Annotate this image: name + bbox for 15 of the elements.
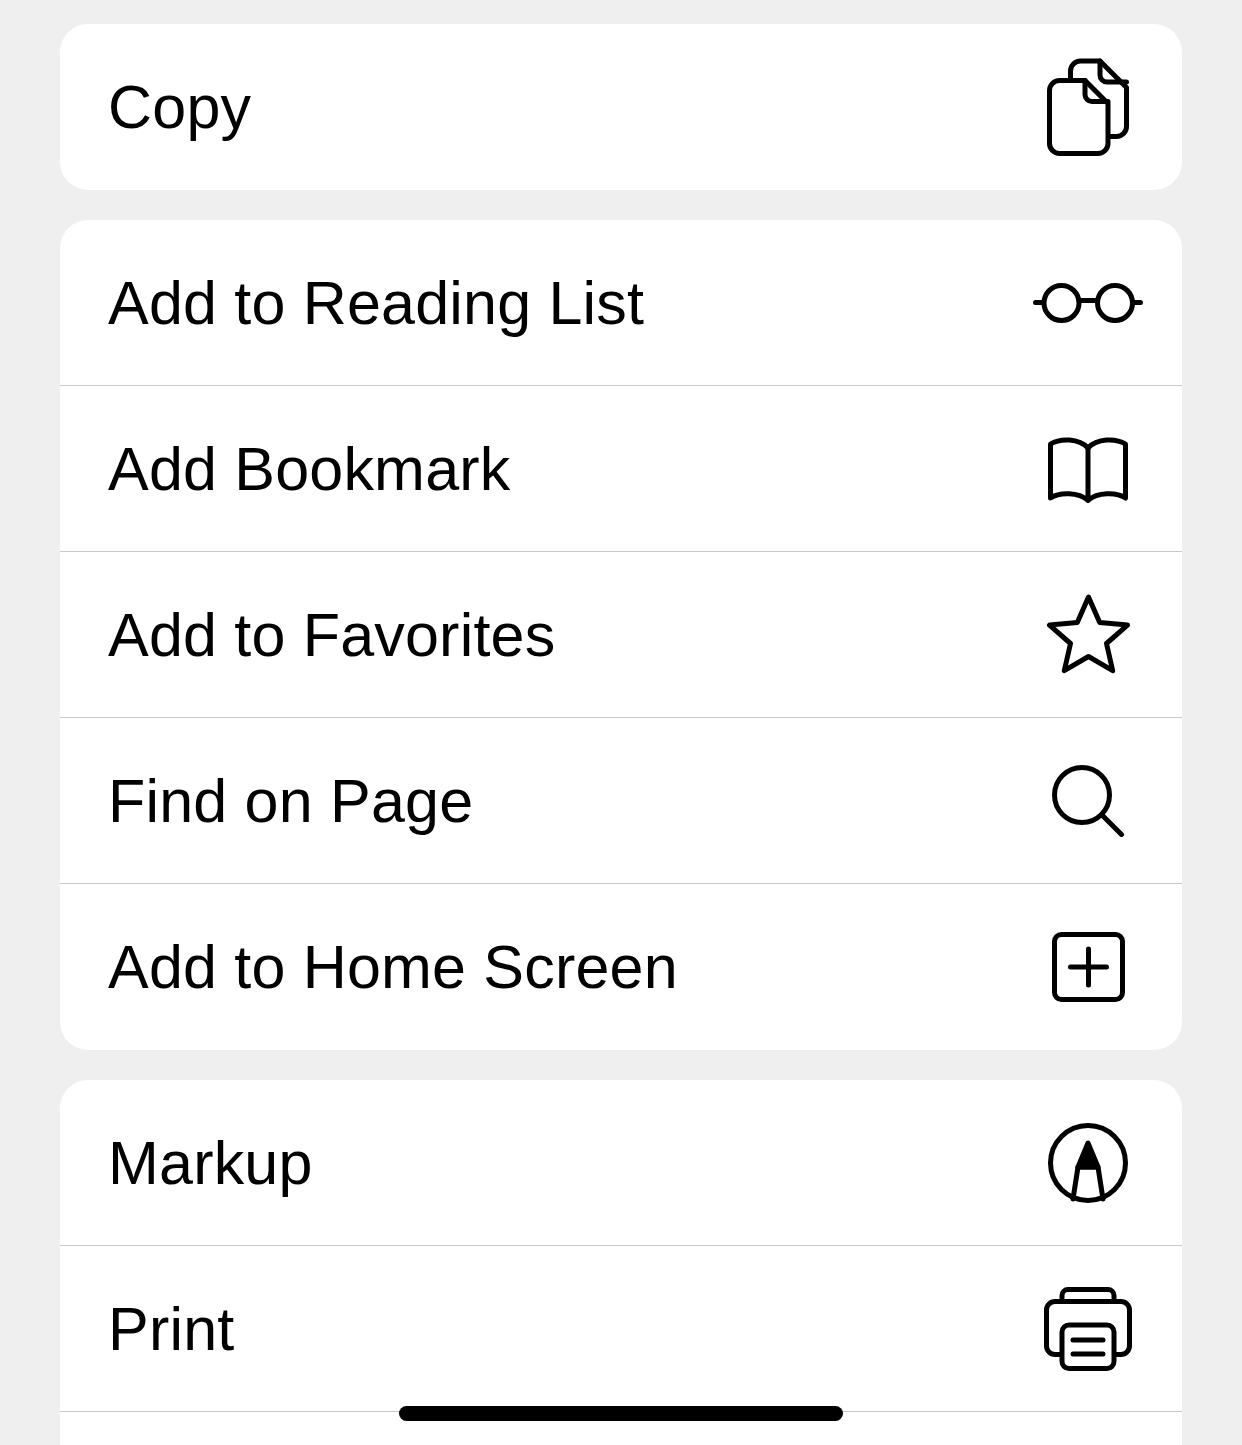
pencil-circle-icon bbox=[1048, 1122, 1128, 1203]
plus-square-icon bbox=[1051, 932, 1125, 1002]
book-icon bbox=[1048, 434, 1128, 503]
menu-item[interactable]: Markup bbox=[60, 1080, 1182, 1246]
star-icon bbox=[1044, 593, 1132, 676]
menu-item[interactable]: Add Bookmark bbox=[60, 386, 1182, 552]
menu-item[interactable]: Find on Page bbox=[60, 718, 1182, 884]
menu-item[interactable]: Add to Reading List bbox=[60, 220, 1182, 386]
printer-icon bbox=[1044, 1286, 1132, 1371]
glasses-icon bbox=[1033, 282, 1143, 323]
documents-icon bbox=[1047, 58, 1129, 156]
menu-item[interactable]: Add to Home Screen bbox=[60, 884, 1182, 1050]
menu-item[interactable]: Add to Favorites bbox=[60, 552, 1182, 718]
search-icon bbox=[1051, 764, 1125, 837]
menu-item[interactable]: Copy bbox=[60, 24, 1182, 190]
